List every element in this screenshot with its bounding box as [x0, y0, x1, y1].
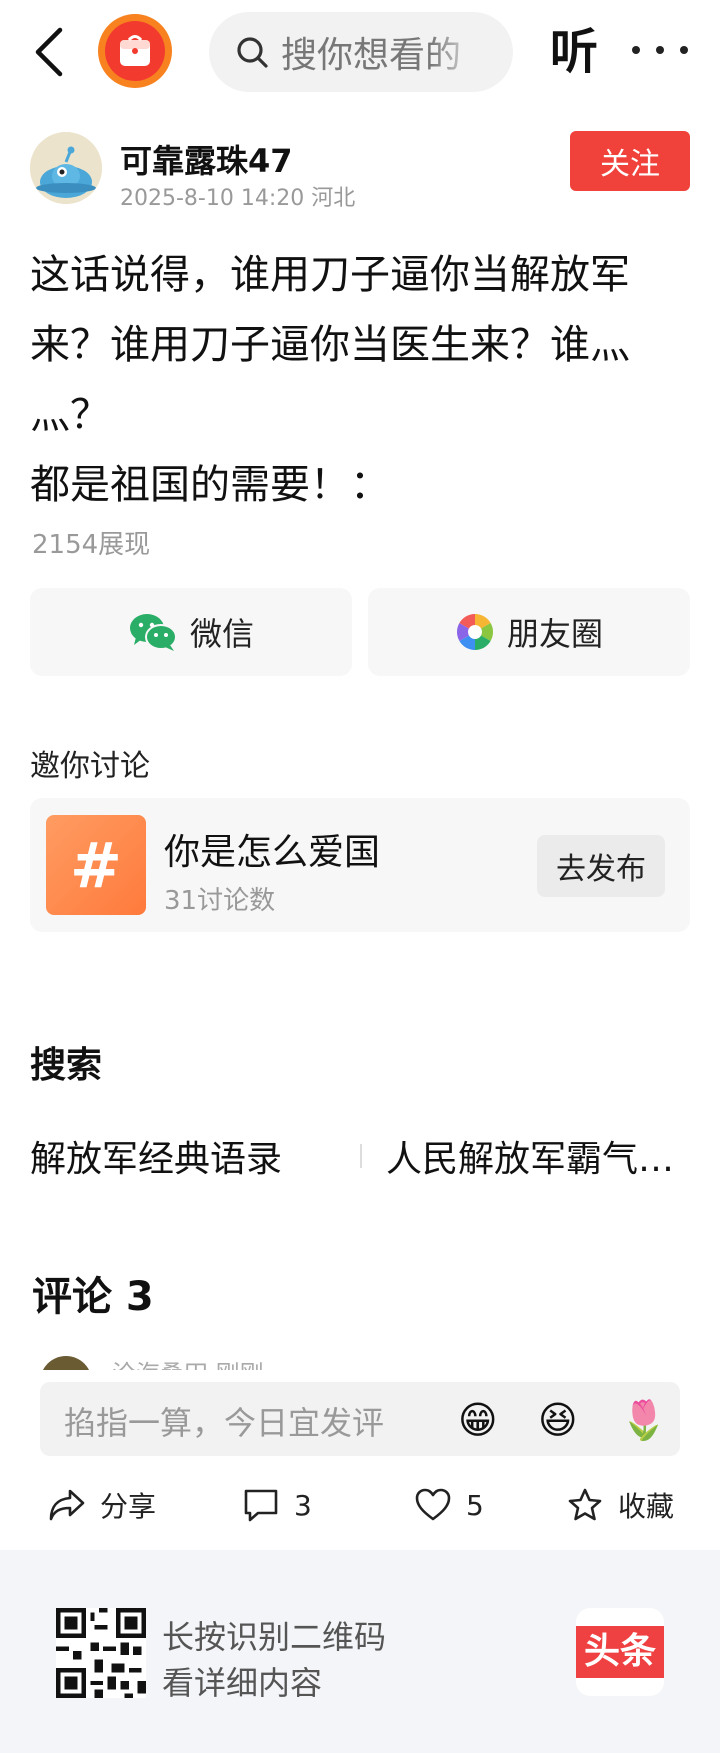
- search-bar[interactable]: 搜你想看的: [209, 12, 513, 92]
- view-count: 2154展现: [32, 530, 151, 560]
- collect-label: 收藏: [618, 1490, 675, 1523]
- comment-bubble-icon: [244, 1489, 278, 1522]
- gift-bag-icon: [120, 35, 150, 66]
- heart-icon: [415, 1488, 451, 1521]
- wechat-icon: [129, 614, 177, 651]
- post-timestamp-location: 2025-8-10 14:20 河北: [120, 186, 356, 211]
- topic-discussion-count: 31讨论数: [164, 886, 276, 916]
- search-section-title: 搜索: [30, 1045, 103, 1086]
- search-placeholder: 搜你想看的: [281, 35, 462, 76]
- commenter-avatar: [40, 1356, 92, 1370]
- toutiao-logo: 头条: [576, 1608, 664, 1696]
- author-avatar[interactable]: [30, 132, 102, 204]
- search-suggestion[interactable]: 人民解放军霸气语录: [386, 1130, 676, 1182]
- search-icon: [237, 37, 268, 68]
- comments-title: 评论 3: [32, 1274, 154, 1320]
- share-wechat-button[interactable]: 微信: [30, 588, 352, 676]
- follow-button[interactable]: 关注: [570, 131, 690, 191]
- grin-emoji-icon[interactable]: 😁: [458, 1399, 498, 1441]
- laugh-emoji-icon[interactable]: 😆: [538, 1399, 578, 1441]
- like-count: 5: [466, 1488, 484, 1522]
- post-content: 这话说得，谁用刀子逼你当解放军来？谁用刀子逼你当医生来？谁灬灬？ 都是祖国的需要…: [30, 252, 630, 508]
- comment-placeholder: 掐指一算，今日宜发评: [64, 1404, 385, 1442]
- search-suggestion[interactable]: 解放军经典语录: [30, 1130, 330, 1182]
- footer-banner: 长按识别二维码 看详细内容 头条: [0, 1550, 720, 1753]
- share-label: 分享: [100, 1490, 157, 1523]
- author-name[interactable]: 可靠露珠47: [120, 136, 293, 182]
- like-action[interactable]: 5: [414, 1480, 484, 1530]
- share-wechat-label: 微信: [189, 615, 254, 653]
- qr-code[interactable]: [56, 1608, 146, 1698]
- topic-title: 你是怎么爱国: [164, 832, 381, 873]
- back-arrow-icon[interactable]: [30, 26, 74, 78]
- qr-hint-line-2: 看详细内容: [162, 1664, 323, 1702]
- share-action[interactable]: 分享: [48, 1480, 156, 1530]
- top-bar: 搜你想看的 听: [0, 0, 720, 110]
- listen-button[interactable]: 听: [550, 20, 598, 84]
- more-options-icon[interactable]: [632, 30, 688, 70]
- hashtag-icon: #: [46, 815, 146, 915]
- share-arrow-icon: [49, 1489, 85, 1521]
- comment-preview: 沧海桑田 刚刚: [40, 1356, 680, 1370]
- alien-avatar-icon: [30, 132, 102, 204]
- comment-action[interactable]: 3: [242, 1480, 312, 1530]
- publish-button[interactable]: 去发布: [537, 835, 665, 897]
- share-moments-button[interactable]: 朋友圈: [368, 588, 690, 676]
- comment-count: 3: [294, 1488, 312, 1522]
- app-logo[interactable]: [98, 14, 172, 88]
- comment-input[interactable]: 掐指一算，今日宜发评 😁 😆 🌷: [40, 1382, 680, 1456]
- topic-card[interactable]: # 你是怎么爱国 31讨论数 去发布: [30, 798, 690, 932]
- divider: [360, 1144, 362, 1168]
- toutiao-logo-text: 头条: [576, 1626, 664, 1678]
- collect-action[interactable]: 收藏: [566, 1480, 674, 1530]
- share-moments-label: 朋友圈: [506, 615, 603, 653]
- flower-emoji-icon[interactable]: 🌷: [620, 1399, 667, 1441]
- invite-discussion-title: 邀你讨论: [30, 749, 150, 784]
- moments-camera-icon: [456, 614, 493, 650]
- qr-hint-line-1: 长按识别二维码: [162, 1618, 387, 1656]
- star-icon: [568, 1488, 602, 1521]
- commenter-name: 沧海桑田 刚刚: [112, 1356, 264, 1370]
